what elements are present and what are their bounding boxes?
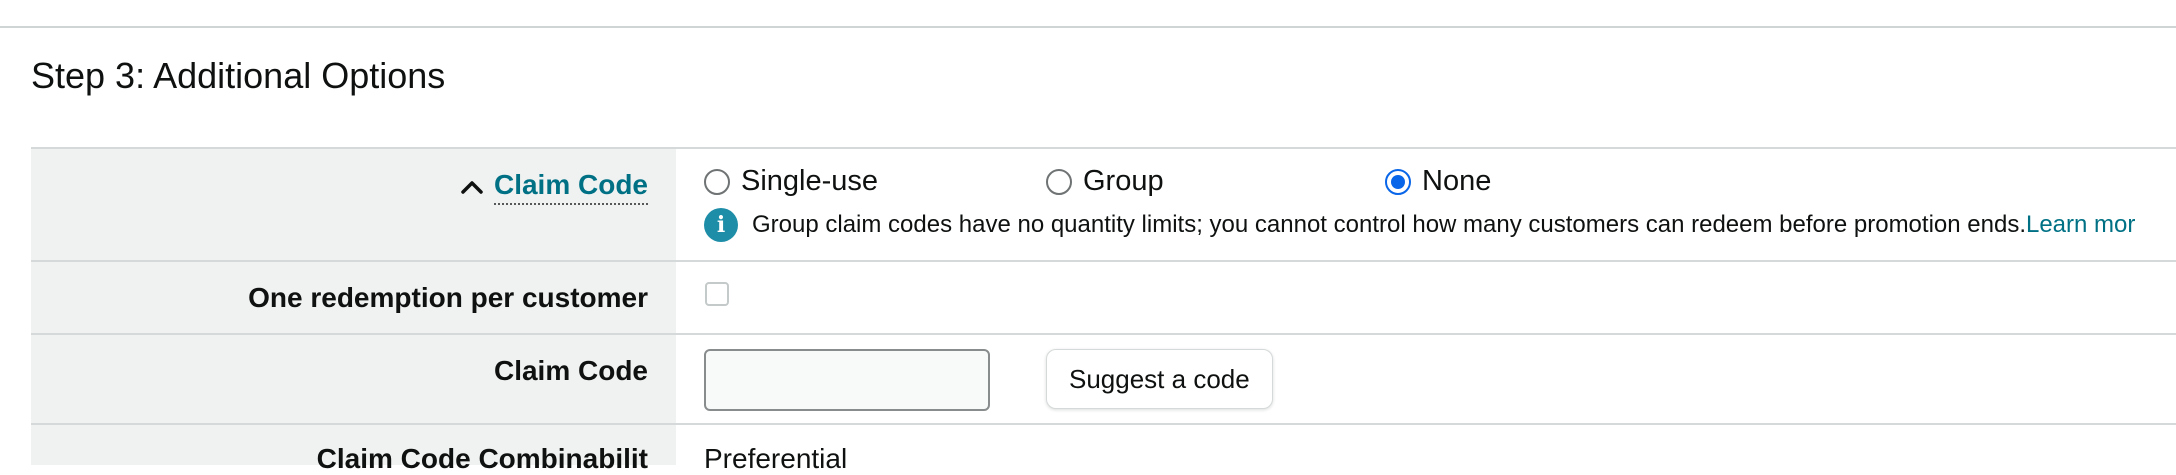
- page-title: Step 3: Additional Options: [31, 55, 446, 96]
- radio-label[interactable]: Single-use: [741, 165, 878, 198]
- row-value-cell: Single-use Group None i Group claim code…: [676, 149, 2176, 260]
- one-redemption-label: One redemption per customer: [248, 282, 648, 313]
- radio-none[interactable]: None: [1385, 165, 1491, 198]
- row-value-cell: Preferential: [676, 425, 2176, 474]
- radio-label[interactable]: Group: [1083, 165, 1164, 198]
- info-text: Group claim codes have no quantity limit…: [752, 211, 2136, 238]
- chevron-up-icon: [461, 181, 483, 194]
- claim-code-type-row: Claim Code Single-use Group None i Group…: [31, 147, 2176, 260]
- row-label-cell: Claim Code: [31, 335, 676, 423]
- top-divider: [0, 26, 2176, 28]
- radio-group[interactable]: Group: [1046, 165, 1164, 198]
- row-label-cell: Claim Code Combinabilit: [31, 425, 676, 474]
- row-label-cell: One redemption per customer: [31, 262, 676, 333]
- info-alert: i Group claim codes have no quantity lim…: [704, 208, 2135, 242]
- one-redemption-row: One redemption per customer: [31, 260, 2176, 333]
- learn-more-link[interactable]: Learn mor: [2026, 211, 2135, 238]
- row-value-cell: Suggest a code: [676, 335, 2176, 423]
- radio-single-use[interactable]: Single-use: [704, 165, 878, 198]
- radio-label[interactable]: None: [1422, 165, 1491, 198]
- claim-code-toggle-link[interactable]: Claim Code: [460, 169, 648, 205]
- one-redemption-checkbox[interactable]: [705, 282, 729, 306]
- radio-button-selected[interactable]: [1385, 168, 1411, 195]
- row-label-cell: Claim Code: [31, 149, 676, 260]
- suggest-code-button[interactable]: Suggest a code: [1046, 349, 1273, 409]
- claim-code-input[interactable]: [704, 349, 990, 411]
- claim-code-row: Claim Code Suggest a code: [31, 333, 2176, 423]
- combinability-value: Preferential: [704, 443, 848, 474]
- claim-code-toggle-label[interactable]: Claim Code: [493, 169, 648, 205]
- combinability-label: Claim Code Combinabilit: [316, 443, 648, 474]
- claim-code-type-radio-group: Single-use Group None: [704, 165, 1704, 201]
- row-value-cell: [676, 262, 2176, 333]
- info-icon: i: [704, 208, 738, 242]
- combinability-row: Claim Code Combinabilit Preferential: [31, 423, 2176, 474]
- radio-button[interactable]: [704, 168, 730, 195]
- claim-code-label: Claim Code: [493, 355, 648, 386]
- radio-button[interactable]: [1046, 168, 1072, 195]
- options-table: Claim Code Single-use Group None i Group…: [31, 147, 2176, 474]
